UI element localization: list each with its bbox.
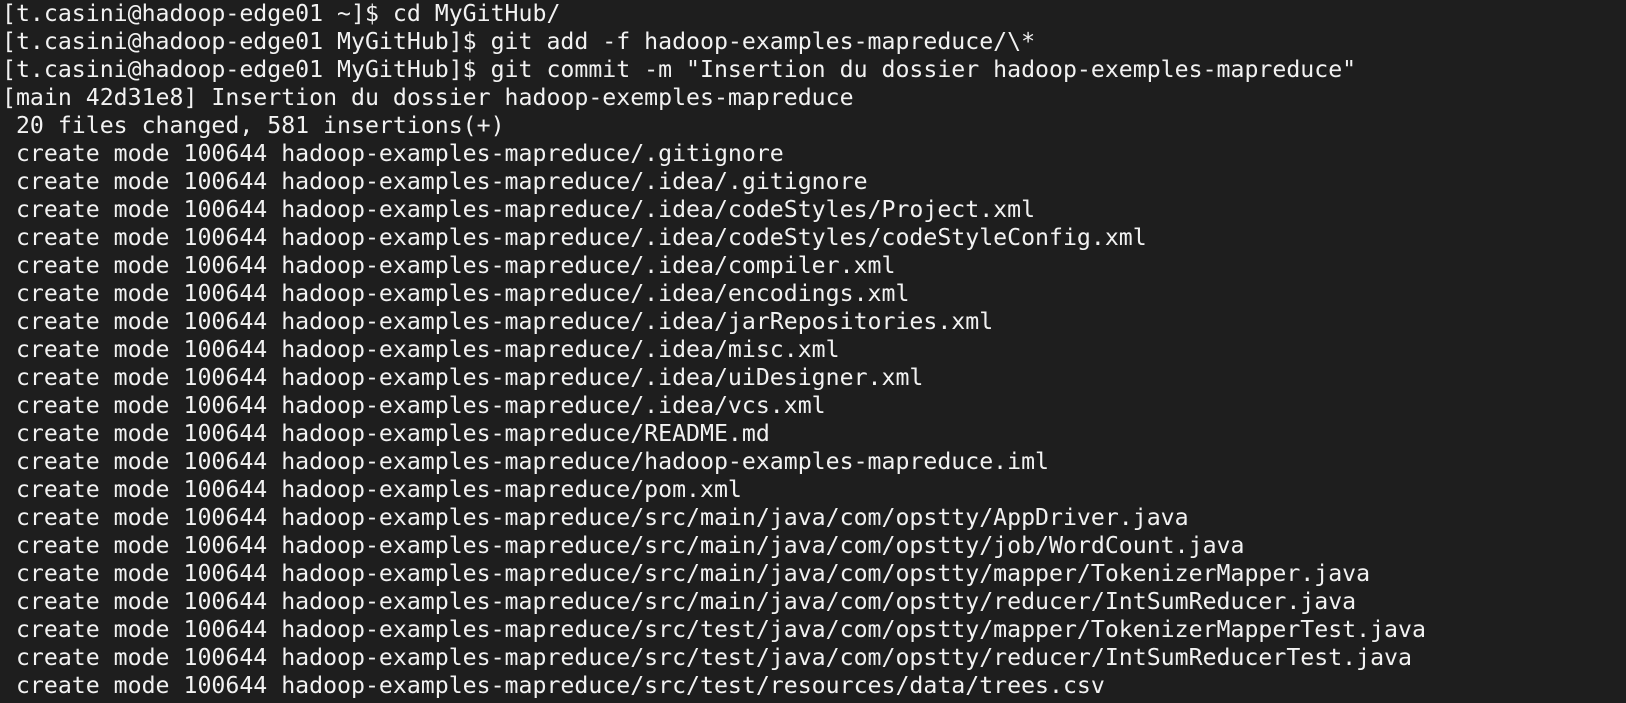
terminal-line-create-mode: create mode 100644 hadoop-examples-mapre… bbox=[2, 252, 896, 279]
terminal-line-create-mode: create mode 100644 hadoop-examples-mapre… bbox=[2, 420, 770, 447]
terminal-line-create-mode: create mode 100644 hadoop-examples-mapre… bbox=[2, 448, 1050, 475]
terminal-line-create-mode: create mode 100644 hadoop-examples-mapre… bbox=[2, 364, 924, 391]
terminal-line-prompt-git-commit: [t.casini@hadoop-edge01 MyGitHub]$ git c… bbox=[2, 56, 1357, 83]
terminal-line-commit-summary: [main 42d31e8] Insertion du dossier hado… bbox=[2, 84, 854, 111]
terminal-line-create-mode: create mode 100644 hadoop-examples-mapre… bbox=[2, 224, 1147, 251]
terminal-line-create-mode: create mode 100644 hadoop-examples-mapre… bbox=[2, 476, 742, 503]
terminal-line-create-mode: create mode 100644 hadoop-examples-mapre… bbox=[2, 672, 1105, 699]
terminal-line-create-mode: create mode 100644 hadoop-examples-mapre… bbox=[2, 588, 1357, 615]
terminal-line-create-mode: create mode 100644 hadoop-examples-mapre… bbox=[2, 336, 840, 363]
terminal-line-prompt-cd: [t.casini@hadoop-edge01 ~]$ cd MyGitHub/ bbox=[2, 0, 561, 27]
terminal-line-create-mode: create mode 100644 hadoop-examples-mapre… bbox=[2, 196, 1036, 223]
terminal-line-create-mode: create mode 100644 hadoop-examples-mapre… bbox=[2, 140, 784, 167]
terminal-line-create-mode: create mode 100644 hadoop-examples-mapre… bbox=[2, 560, 1371, 587]
terminal-line-create-mode: create mode 100644 hadoop-examples-mapre… bbox=[2, 504, 1189, 531]
terminal-line-create-mode: create mode 100644 hadoop-examples-mapre… bbox=[2, 616, 1426, 643]
terminal-line-create-mode: create mode 100644 hadoop-examples-mapre… bbox=[2, 168, 868, 195]
terminal-line-prompt-git-add: [t.casini@hadoop-edge01 MyGitHub]$ git a… bbox=[2, 28, 1036, 55]
terminal-line-create-mode: create mode 100644 hadoop-examples-mapre… bbox=[2, 308, 994, 335]
terminal-line-files-changed: 20 files changed, 581 insertions(+) bbox=[2, 112, 505, 139]
terminal-line-create-mode: create mode 100644 hadoop-examples-mapre… bbox=[2, 280, 910, 307]
terminal-line-create-mode: create mode 100644 hadoop-examples-mapre… bbox=[2, 644, 1412, 671]
terminal-line-create-mode: create mode 100644 hadoop-examples-mapre… bbox=[2, 532, 1245, 559]
terminal-line-create-mode: create mode 100644 hadoop-examples-mapre… bbox=[2, 392, 826, 419]
terminal-output[interactable]: [t.casini@hadoop-edge01 ~]$ cd MyGitHub/… bbox=[0, 0, 1626, 703]
